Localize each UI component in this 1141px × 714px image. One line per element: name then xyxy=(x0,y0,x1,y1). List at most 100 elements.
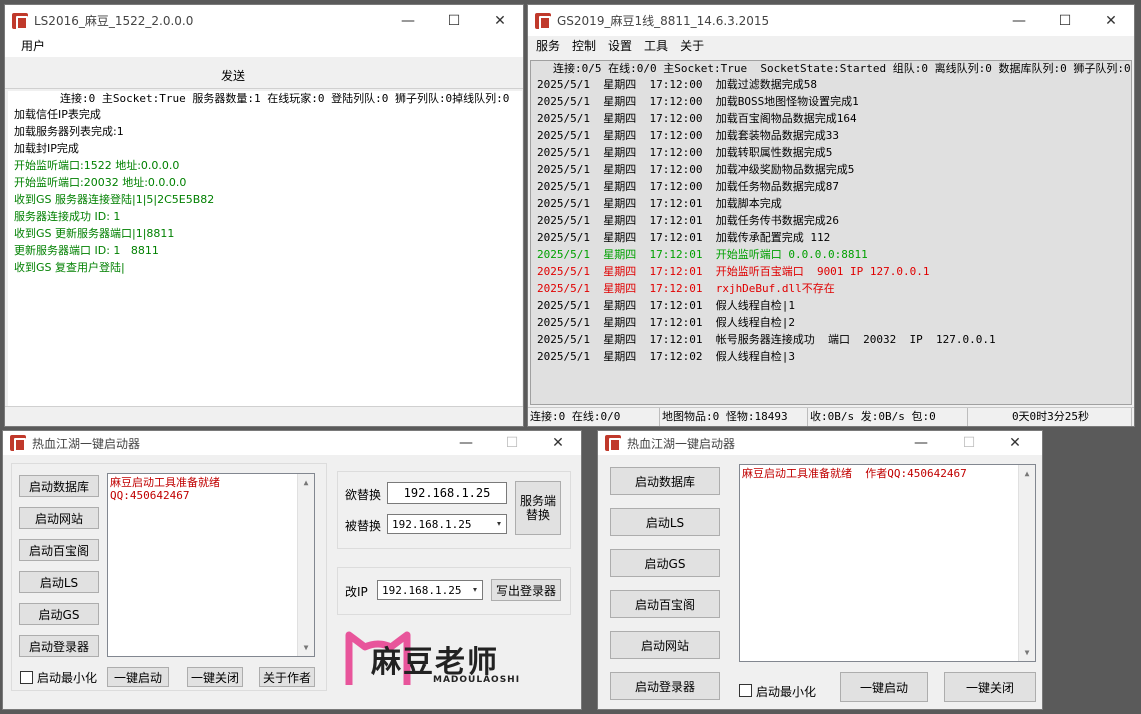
one-click-start-button[interactable]: 一键启动 xyxy=(840,672,928,702)
menu-service[interactable]: 服务 xyxy=(530,36,566,57)
start-website-button[interactable]: 启动网站 xyxy=(19,507,99,529)
launcher2-log[interactable]: 麻豆启动工具准备就绪 作者QQ:450642467 ▲ ▼ xyxy=(739,464,1036,662)
start-minimized-checkbox[interactable] xyxy=(739,684,752,697)
start-minimized-checkbox[interactable] xyxy=(20,671,33,684)
one-click-close-button[interactable]: 一键关闭 xyxy=(187,667,243,687)
menu-control[interactable]: 控制 xyxy=(566,36,602,57)
status-connections: 连接:0 在线:0/0 xyxy=(528,408,660,426)
close-icon[interactable]: ✕ xyxy=(477,5,523,36)
gs-log-line: 2025/5/1 星期四 17:12:01 假人线程自检|1 xyxy=(537,299,795,312)
ls-log-line: 收到GS 更新服务器端口|1|8811 xyxy=(14,227,175,240)
ls-titlebar[interactable]: LS2016_麻豆_1522_2.0.0.0 — ☐ ✕ xyxy=(5,5,523,36)
gs-log-line: 2025/5/1 星期四 17:12:00 加载任务物品数据完成87 xyxy=(537,180,839,193)
start-website-button[interactable]: 启动网站 xyxy=(610,631,720,659)
gs-log-line: 2025/5/1 星期四 17:12:01 加载脚本完成 xyxy=(537,197,782,210)
change-ip-label: 改IP xyxy=(345,585,368,599)
write-login-button[interactable]: 写出登录器 xyxy=(491,579,561,601)
gs-log-line: 2025/5/1 星期四 17:12:00 加载百宝阁物品数据完成164 xyxy=(537,112,857,125)
launcher1-log-line: 麻豆启动工具准备就绪 xyxy=(110,476,220,489)
gs-menubar: 服务 控制 设置 工具 关于 xyxy=(528,36,1134,57)
launcher2-title: 热血江湖一键启动器 xyxy=(627,436,736,451)
start-gs-button[interactable]: 启动GS xyxy=(19,603,99,625)
minimize-icon[interactable]: — xyxy=(898,431,944,455)
ls-log-line: 开始监听端口:1522 地址:0.0.0.0 xyxy=(14,159,180,172)
gs-log-line: 2025/5/1 星期四 17:12:00 加载套装物品数据完成33 xyxy=(537,129,839,142)
scroll-down-icon[interactable]: ▼ xyxy=(298,639,314,656)
gs-log-line: 2025/5/1 星期四 17:12:02 假人线程自检|3 xyxy=(537,350,795,363)
chevron-down-icon: ▾ xyxy=(495,518,502,530)
launcher2-titlebar[interactable]: 热血江湖一键启动器 — ☐ ✕ xyxy=(598,431,1042,455)
ls-log-line: 服务器连接成功 ID: 1 xyxy=(14,210,121,223)
maximize-icon: ☐ xyxy=(505,435,519,451)
gs-log-line: 2025/5/1 星期四 17:12:00 加载冲级奖励物品数据完成5 xyxy=(537,163,855,176)
replaced-select[interactable]: 192.168.1.25 ▾ xyxy=(387,514,507,534)
gs-status-line: 连接:0/5 在线:0/0 主Socket:True SocketState:S… xyxy=(553,62,1131,75)
close-icon[interactable]: ✕ xyxy=(1088,5,1134,36)
one-click-start-button[interactable]: 一键启动 xyxy=(107,667,169,687)
ls-log-line: 开始监听端口:20032 地址:0.0.0.0 xyxy=(14,176,187,189)
app-icon xyxy=(605,435,621,452)
start-database-button[interactable]: 启动数据库 xyxy=(19,475,99,497)
replace-label: 欲替换 xyxy=(345,488,382,502)
menu-about[interactable]: 关于 xyxy=(674,36,710,57)
app-icon xyxy=(12,12,28,30)
gs-titlebar[interactable]: GS2019_麻豆1线_8811_14.6.3.2015 — ☐ ✕ xyxy=(528,5,1134,36)
menu-tools[interactable]: 工具 xyxy=(638,36,674,57)
launcher2-window: 热血江湖一键启动器 — ☐ ✕ 启动数据库 启动LS 启动GS 启动百宝阁 启动… xyxy=(597,430,1043,710)
launcher1-scrollbar[interactable]: ▲ ▼ xyxy=(297,474,314,656)
minimize-icon[interactable]: — xyxy=(443,431,489,455)
gs-log-line: 2025/5/1 星期四 17:12:01 帐号服务器连接成功 端口 20032… xyxy=(537,333,996,346)
gs-log-line: 2025/5/1 星期四 17:12:01 加载任务传书数据完成26 xyxy=(537,214,839,227)
launcher2-scrollbar[interactable]: ▲ ▼ xyxy=(1018,465,1035,661)
launcher1-titlebar[interactable]: 热血江湖一键启动器 — ☐ ✕ xyxy=(3,431,581,455)
minimize-icon[interactable]: — xyxy=(996,5,1042,36)
gs-log-line: 2025/5/1 星期四 17:12:01 开始监听端口 0.0.0.0:881… xyxy=(537,248,868,261)
launcher1-log[interactable]: 麻豆启动工具准备就绪 QQ:450642467 ▲ ▼ xyxy=(107,473,315,657)
scroll-down-icon[interactable]: ▼ xyxy=(1019,644,1035,661)
scroll-up-icon[interactable]: ▲ xyxy=(1019,465,1035,482)
close-icon[interactable]: ✕ xyxy=(992,431,1038,455)
launcher1-log-line: QQ:450642467 xyxy=(110,489,190,502)
start-login-button[interactable]: 启动登录器 xyxy=(610,672,720,700)
chevron-down-icon: ▾ xyxy=(471,584,478,596)
start-database-button[interactable]: 启动数据库 xyxy=(610,467,720,495)
start-login-button[interactable]: 启动登录器 xyxy=(19,635,99,657)
about-author-button[interactable]: 关于作者 xyxy=(259,667,315,687)
ls-status-line: 连接:0 主Socket:True 服务器数量:1 在线玩家:0 登陆列队:0 … xyxy=(60,92,510,105)
gs-window: GS2019_麻豆1线_8811_14.6.3.2015 — ☐ ✕ 服务 控制… xyxy=(527,4,1135,427)
one-click-close-button[interactable]: 一键关闭 xyxy=(944,672,1036,702)
start-baibaoge-button[interactable]: 启动百宝阁 xyxy=(610,590,720,618)
ls-menubar: 用户 xyxy=(5,36,523,57)
close-icon[interactable]: ✕ xyxy=(535,431,581,455)
replaced-label: 被替换 xyxy=(345,519,382,533)
status-traffic: 收:0B/s 发:0B/s 包:0 xyxy=(808,408,968,426)
server-replace-button[interactable]: 服务端 替换 xyxy=(515,481,561,535)
start-minimized-label: 启动最小化 xyxy=(756,685,817,699)
maximize-icon[interactable]: ☐ xyxy=(1042,5,1088,36)
launcher1-log-lines: 麻豆启动工具准备就绪 QQ:450642467 xyxy=(108,474,314,502)
start-ls-button[interactable]: 启动LS xyxy=(19,571,99,593)
minimize-icon[interactable]: — xyxy=(385,5,431,36)
menu-user[interactable]: 用户 xyxy=(15,36,51,57)
scroll-up-icon[interactable]: ▲ xyxy=(298,474,314,491)
ls-log-line: 收到GS 复查用户登陆| xyxy=(14,261,125,274)
replace-input[interactable]: 192.168.1.25 xyxy=(387,482,507,504)
start-ls-button[interactable]: 启动LS xyxy=(610,508,720,536)
change-ip-select[interactable]: 192.168.1.25 ▾ xyxy=(377,580,483,600)
status-uptime: 0天0时3分25秒 xyxy=(968,408,1132,426)
ls-title: LS2016_麻豆_1522_2.0.0.0 xyxy=(34,14,194,28)
gs-log-line: 2025/5/1 星期四 17:12:01 rxjhDeBuf.dll不存在 xyxy=(537,282,835,295)
launcher1-window: 热血江湖一键启动器 — ☐ ✕ 启动数据库 启动网站 启动百宝阁 启动LS 启动… xyxy=(2,430,582,710)
start-gs-button[interactable]: 启动GS xyxy=(610,549,720,577)
app-icon xyxy=(535,12,551,30)
maximize-icon[interactable]: ☐ xyxy=(431,5,477,36)
ls-send-button[interactable]: 发送 xyxy=(13,64,453,86)
ls-log[interactable]: 连接:0 主Socket:True 服务器数量:1 在线玩家:0 登陆列队:0 … xyxy=(8,91,522,406)
start-baibaoge-button[interactable]: 启动百宝阁 xyxy=(19,539,99,561)
gs-log[interactable]: 连接:0/5 在线:0/0 主Socket:True SocketState:S… xyxy=(530,60,1132,405)
menu-settings[interactable]: 设置 xyxy=(602,36,638,57)
ls-log-lines: 加载信任IP表完成 加载服务器列表完成:1 加载封IP完成 开始监听端口:1522 地… xyxy=(14,106,522,276)
gs-log-line: 2025/5/1 星期四 17:12:01 加载传承配置完成 112 xyxy=(537,231,831,244)
replaced-value: 192.168.1.25 xyxy=(392,517,472,531)
gs-log-line: 2025/5/1 星期四 17:12:01 开始监听百宝端口 9001 IP 1… xyxy=(537,265,930,278)
